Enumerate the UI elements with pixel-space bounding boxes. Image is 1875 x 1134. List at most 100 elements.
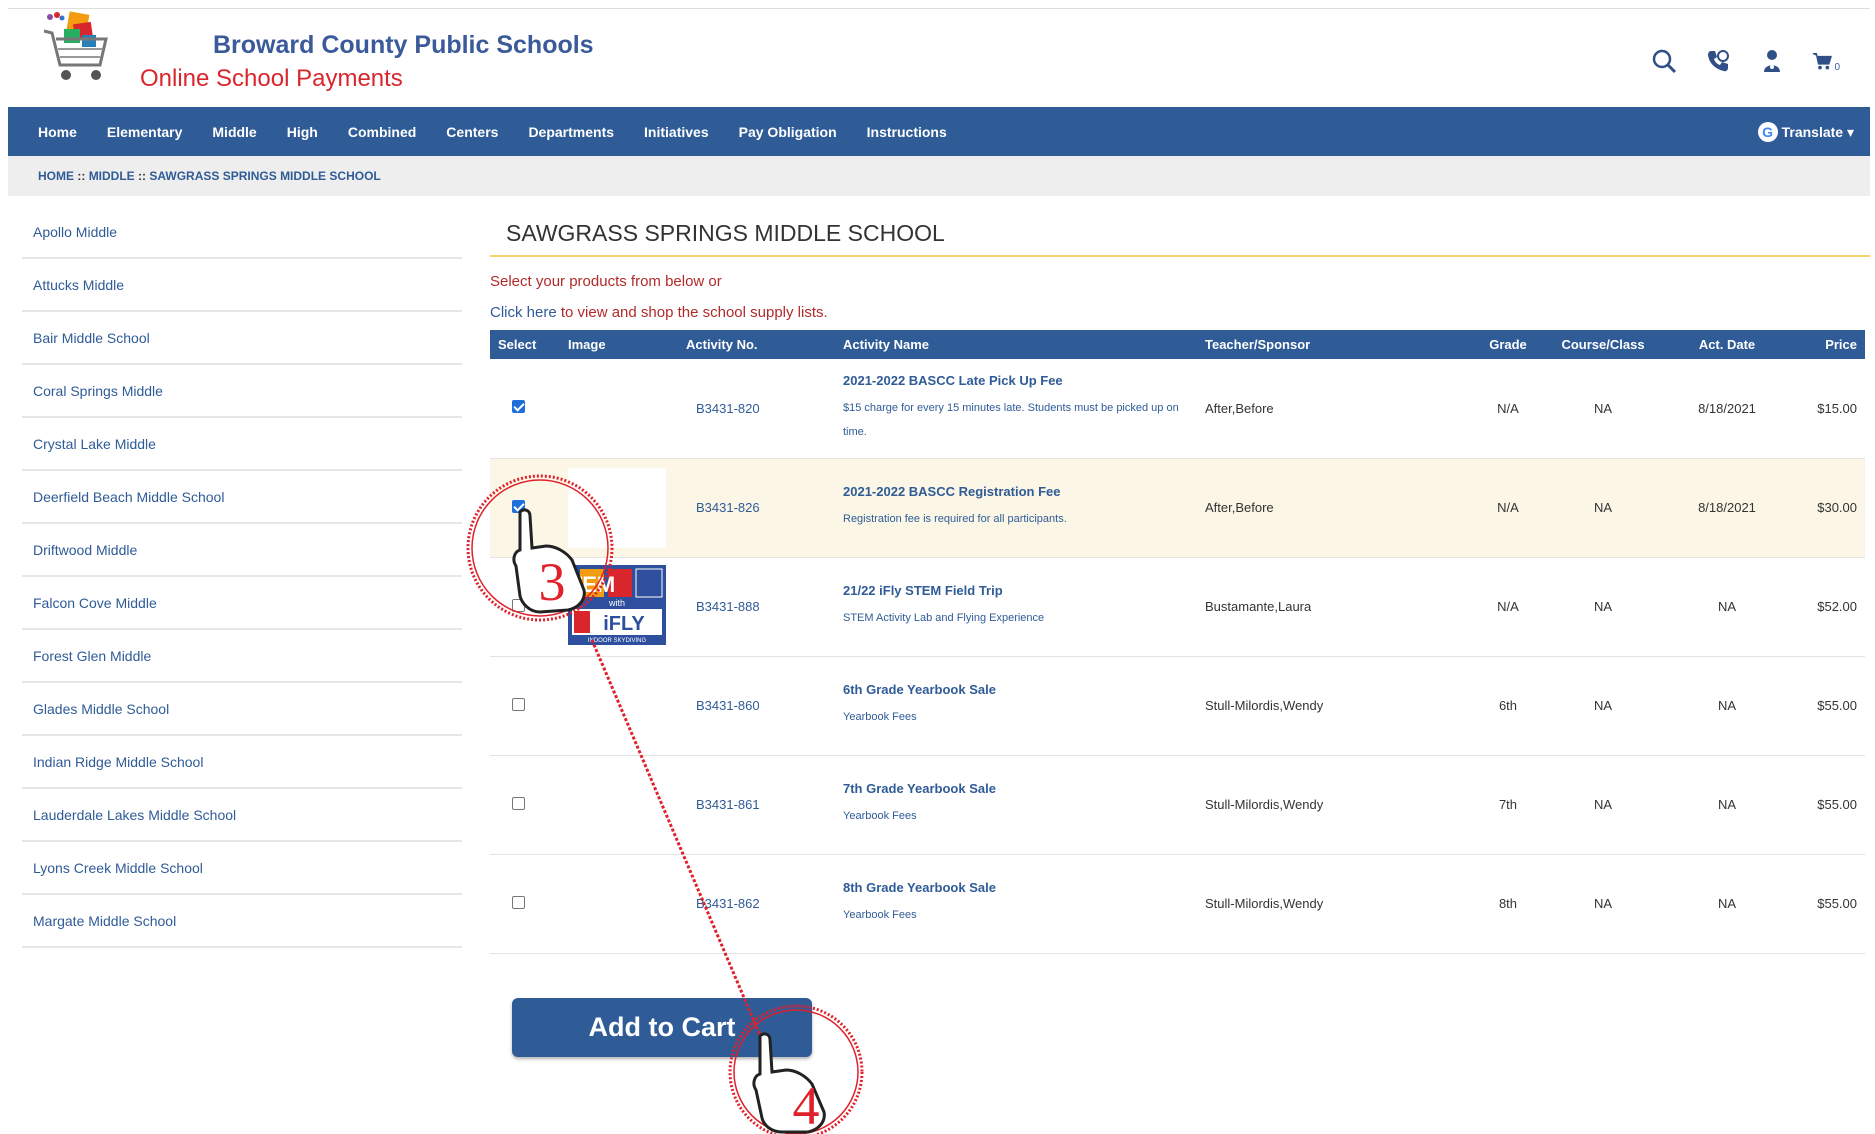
act-date: 8/18/2021 [1698,400,1756,416]
main-content: SAWGRASS SPRINGS MIDDLE SCHOOL Select yo… [490,210,1870,953]
select-checkbox[interactable] [512,697,525,711]
select-checkbox[interactable] [512,796,525,810]
sidebar-item-apollo[interactable]: Apollo Middle [22,206,462,259]
table-row: B3431-826 2021-2022 BASCC Registration F… [490,458,1865,557]
sidebar-item-bair[interactable]: Bair Middle School [22,312,462,365]
cart-icon[interactable]: 0 [1812,47,1840,75]
table-row: B3431-862 8th Grade Yearbook Sale Yearbo… [490,854,1865,953]
nav-centers[interactable]: Centers [446,124,498,140]
activity-desc: $15 charge for every 15 minutes late. St… [843,401,1179,438]
price: $55.00 [1817,698,1857,713]
activity-no: B3431-861 [696,797,760,812]
select-checkbox[interactable] [512,400,525,414]
phone-icon[interactable] [1704,47,1732,75]
price: $55.00 [1817,797,1857,812]
main-nav: Home Elementary Middle High Combined Cen… [8,107,1870,156]
col-course: Course/Class [1561,337,1645,352]
sidebar-item-falcon-cove[interactable]: Falcon Cove Middle [22,577,462,630]
breadcrumb-current: SAWGRASS SPRINGS MIDDLE SCHOOL [149,169,381,183]
shopping-cart-logo-icon[interactable] [38,9,118,89]
teacher: After,Before [1205,500,1274,515]
teacher: Stull-Milordis,Wendy [1205,896,1324,911]
google-g-icon: G [1757,122,1778,142]
breadcrumb: HOME :: MIDDLE :: SAWGRASS SPRINGS MIDDL… [8,156,1870,196]
col-price: Price [1825,337,1857,352]
sidebar-item-lyons-creek[interactable]: Lyons Creek Middle School [22,842,462,895]
site-subtitle[interactable]: Online School Payments [140,65,403,93]
teacher: Bustamante,Laura [1205,599,1312,614]
ifly-stem-logo-image: TEM with iFLY INDOOR SKYDIVING [568,565,666,645]
table-row: TEM with iFLY INDOOR SKYDIVING B3431-888… [490,557,1865,656]
activity-name[interactable]: 8th Grade Yearbook Sale [843,880,1189,895]
sidebar-item-deerfield-beach[interactable]: Deerfield Beach Middle School [22,471,462,524]
nav-elementary[interactable]: Elementary [107,124,182,140]
select-checkbox[interactable] [512,499,525,513]
activity-name[interactable]: 6th Grade Yearbook Sale [843,682,1189,697]
breadcrumb-home[interactable]: HOME [38,169,74,183]
stem-letter-t: TEM [569,572,615,597]
col-date: Act. Date [1698,337,1756,352]
activity-name[interactable]: 2021-2022 BASCC Registration Fee [843,484,1189,499]
price: $30.00 [1817,500,1857,515]
course: NA [1593,698,1613,713]
activity-name[interactable]: 7th Grade Yearbook Sale [843,781,1189,796]
product-image [568,765,666,845]
activity-no: B3431-826 [696,500,760,515]
school-sidebar: Apollo Middle Attucks Middle Bair Middle… [22,206,462,948]
activity-name[interactable]: 21/22 iFly STEM Field Trip [843,583,1189,598]
col-activity-name: Activity Name [843,337,929,352]
sidebar-item-crystal-lake[interactable]: Crystal Lake Middle [22,418,462,471]
nav-combined[interactable]: Combined [348,124,416,140]
table-header-row: Select Image Activity No. Activity Name … [490,330,1865,359]
select-checkbox[interactable] [512,598,525,612]
ifly-brand-text: iFLY [603,613,645,635]
grade: 6th [1498,698,1518,713]
product-image [568,368,666,448]
teacher: After,Before [1205,400,1274,416]
grade: N/A [1497,400,1519,416]
nav-instructions[interactable]: Instructions [867,124,947,140]
activity-desc: Yearbook Fees [843,909,917,921]
activity-desc: Registration fee is required for all par… [843,513,1067,525]
breadcrumb-middle[interactable]: MIDDLE [89,169,135,183]
nav-middle[interactable]: Middle [212,124,256,140]
sidebar-item-glades[interactable]: Glades Middle School [22,683,462,736]
nav-initiatives[interactable]: Initiatives [644,124,709,140]
course: NA [1593,896,1613,911]
sidebar-item-margate[interactable]: Margate Middle School [22,895,462,948]
sidebar-item-driftwood[interactable]: Driftwood Middle [22,524,462,577]
grade: N/A [1497,500,1519,515]
translate-label: Translate ▾ [1781,123,1854,140]
activity-no: B3431-860 [696,698,760,713]
step-4-label: 4 [793,1076,820,1134]
add-to-cart-button[interactable]: Add to Cart [512,998,812,1057]
sidebar-item-forest-glen[interactable]: Forest Glen Middle [22,630,462,683]
breadcrumb-separator: :: [138,169,147,183]
col-image: Image [568,337,606,352]
col-grade: Grade [1489,337,1527,352]
cart-count: 0 [1834,61,1840,73]
user-icon[interactable] [1758,47,1786,75]
sidebar-item-coral-springs[interactable]: Coral Springs Middle [22,365,462,418]
activity-name[interactable]: 2021-2022 BASCC Late Pick Up Fee [843,373,1189,388]
supply-list-link[interactable]: Click here [490,304,557,321]
activity-desc: Yearbook Fees [843,711,917,723]
search-icon[interactable] [1650,47,1678,75]
nav-pay-obligation[interactable]: Pay Obligation [739,124,837,140]
select-checkbox[interactable] [512,895,525,909]
course: NA [1593,599,1613,614]
nav-home[interactable]: Home [38,124,77,140]
price: $15.00 [1817,400,1857,416]
act-date: NA [1717,896,1737,911]
teacher: Stull-Milordis,Wendy [1205,698,1324,713]
nav-high[interactable]: High [287,124,318,140]
sidebar-item-attucks[interactable]: Attucks Middle [22,259,462,312]
breadcrumb-separator: :: [77,169,86,183]
site-title[interactable]: Broward County Public Schools [213,31,594,60]
sidebar-item-indian-ridge[interactable]: Indian Ridge Middle School [22,736,462,789]
col-activity-no: Activity No. [686,337,758,352]
translate-button[interactable]: G Translate ▾ [1757,122,1854,142]
sidebar-item-lauderdale-lakes[interactable]: Lauderdale Lakes Middle School [22,789,462,842]
nav-departments[interactable]: Departments [528,124,614,140]
course: NA [1593,500,1613,515]
